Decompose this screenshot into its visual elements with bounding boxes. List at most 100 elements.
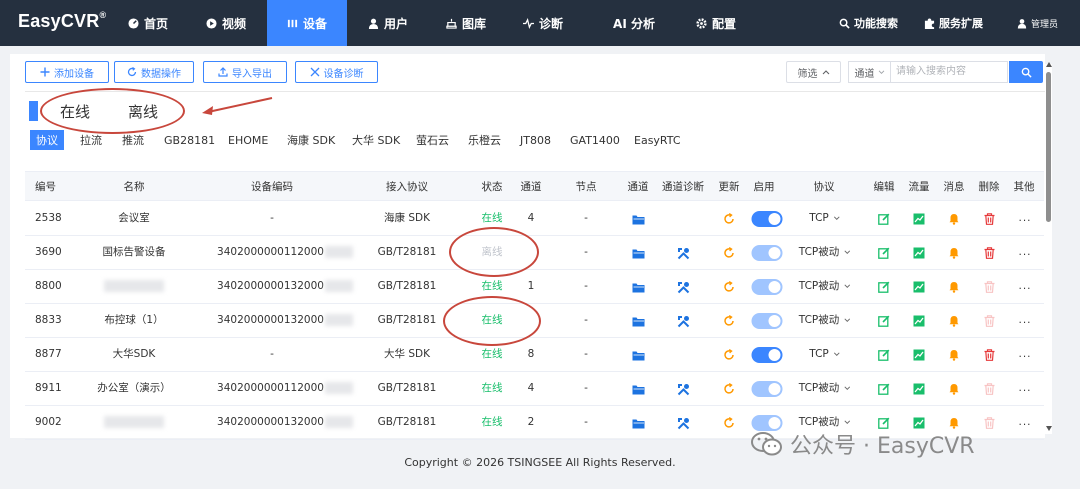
nav-config[interactable]: 配置: [678, 0, 754, 46]
edit-icon[interactable]: [877, 348, 891, 362]
service-extension-button[interactable]: 服务扩展: [924, 0, 983, 46]
scroll-down-icon[interactable]: [1046, 426, 1052, 431]
refresh-icon[interactable]: [722, 416, 736, 430]
device-diagnose-button[interactable]: 设备诊断: [295, 61, 378, 83]
enable-toggle[interactable]: [751, 347, 783, 363]
more-button[interactable]: ...: [1018, 304, 1031, 337]
transport-select[interactable]: TCP: [809, 338, 841, 371]
transport-select[interactable]: TCP被动: [799, 236, 851, 269]
scroll-up-icon[interactable]: [1046, 62, 1052, 67]
folder-icon[interactable]: [631, 246, 645, 260]
add-device-button[interactable]: 添加设备: [25, 61, 109, 83]
device-name: 国标告警设备: [102, 246, 166, 258]
feature-search-button[interactable]: 功能搜索: [839, 0, 898, 46]
edit-icon[interactable]: [877, 314, 891, 328]
nav-gallery[interactable]: 图库: [428, 0, 504, 46]
protocol-tab-pull[interactable]: 拉流: [80, 130, 102, 150]
column-header: 启用: [753, 181, 775, 193]
protocol-tab-all[interactable]: 协议: [30, 130, 64, 150]
search-scope-select[interactable]: 通道: [848, 61, 890, 83]
more-button[interactable]: ...: [1018, 338, 1031, 371]
tools-icon[interactable]: [676, 382, 690, 396]
refresh-icon[interactable]: [722, 314, 736, 328]
bell-icon[interactable]: [947, 246, 961, 260]
folder-icon[interactable]: [631, 314, 645, 328]
trash-icon[interactable]: [982, 212, 996, 226]
enable-toggle[interactable]: [751, 211, 783, 227]
transport-select[interactable]: TCP被动: [799, 372, 851, 405]
edit-icon[interactable]: [877, 212, 891, 226]
search-button[interactable]: [1009, 61, 1043, 83]
nav-diagnose[interactable]: 诊断: [505, 0, 581, 46]
chevron-down-icon: [834, 216, 841, 220]
folder-icon[interactable]: [631, 212, 645, 226]
play-icon: [206, 17, 217, 29]
transport-select[interactable]: TCP被动: [799, 270, 851, 303]
protocol-tab-push[interactable]: 推流: [122, 130, 144, 150]
protocol-tab-easyrtc[interactable]: EasyRTC: [634, 130, 681, 150]
bell-icon[interactable]: [947, 280, 961, 294]
enable-toggle[interactable]: [751, 279, 783, 295]
refresh-icon[interactable]: [722, 246, 736, 260]
traffic-chart-icon[interactable]: [912, 348, 926, 362]
refresh-icon[interactable]: [722, 382, 736, 396]
enable-toggle[interactable]: [751, 245, 783, 261]
device-code: -: [270, 348, 274, 360]
device-name-redacted: [104, 406, 164, 439]
bell-icon[interactable]: [947, 348, 961, 362]
protocol-tab-hikvision[interactable]: 海康 SDK: [287, 130, 335, 150]
trash-icon[interactable]: [982, 246, 996, 260]
edit-icon[interactable]: [877, 382, 891, 396]
folder-icon[interactable]: [631, 280, 645, 294]
filter-dropdown[interactable]: 筛选: [786, 61, 841, 83]
protocol-tab-jt808[interactable]: JT808: [520, 130, 551, 150]
protocol-tab-ezviz[interactable]: 萤石云: [416, 130, 449, 150]
refresh-icon[interactable]: [722, 348, 736, 362]
data-operation-button[interactable]: 数据操作: [114, 61, 194, 83]
traffic-chart-icon[interactable]: [912, 246, 926, 260]
protocol-tab-ehome[interactable]: EHOME: [228, 130, 268, 150]
protocol-tab-dahua[interactable]: 大华 SDK: [352, 130, 400, 150]
nav-video[interactable]: 视频: [188, 0, 264, 46]
traffic-chart-icon[interactable]: [912, 212, 926, 226]
traffic-chart-icon[interactable]: [912, 382, 926, 396]
protocol-tab-gat1400[interactable]: GAT1400: [570, 130, 620, 150]
refresh-icon[interactable]: [722, 280, 736, 294]
tools-icon[interactable]: [676, 416, 690, 430]
more-button[interactable]: ...: [1018, 372, 1031, 405]
scrollbar-thumb[interactable]: [1046, 72, 1051, 222]
transport-select[interactable]: TCP: [809, 202, 841, 235]
folder-icon[interactable]: [631, 416, 645, 430]
search-input[interactable]: 请输入搜索内容: [890, 61, 1008, 83]
bell-icon[interactable]: [947, 212, 961, 226]
traffic-chart-icon[interactable]: [912, 280, 926, 294]
edit-icon[interactable]: [877, 280, 891, 294]
nav-devices[interactable]: 设备: [267, 0, 347, 46]
app-logo[interactable]: EasyCVR®: [18, 10, 106, 32]
protocol-tab-imou[interactable]: 乐橙云: [468, 130, 501, 150]
import-export-button[interactable]: 导入导出: [203, 61, 287, 83]
nav-home[interactable]: 首页: [110, 0, 186, 46]
bell-icon[interactable]: [947, 314, 961, 328]
tools-icon[interactable]: [676, 314, 690, 328]
more-button[interactable]: ...: [1018, 236, 1031, 269]
more-button[interactable]: ...: [1018, 270, 1031, 303]
traffic-chart-icon[interactable]: [912, 314, 926, 328]
nav-users[interactable]: 用户: [350, 0, 426, 46]
folder-icon[interactable]: [631, 348, 645, 362]
more-button[interactable]: ...: [1018, 202, 1031, 235]
more-button[interactable]: ...: [1018, 406, 1031, 439]
transport-select[interactable]: TCP被动: [799, 304, 851, 337]
admin-menu[interactable]: 管理员: [1017, 0, 1058, 46]
nav-ai-analysis[interactable]: AI 分析: [596, 0, 672, 46]
refresh-icon[interactable]: [722, 212, 736, 226]
bell-icon[interactable]: [947, 382, 961, 396]
edit-icon[interactable]: [877, 246, 891, 260]
tools-icon[interactable]: [676, 246, 690, 260]
enable-toggle[interactable]: [751, 313, 783, 329]
trash-icon[interactable]: [982, 348, 996, 362]
folder-icon[interactable]: [631, 382, 645, 396]
tools-icon[interactable]: [676, 280, 690, 294]
protocol-tab-gb28181[interactable]: GB28181: [164, 130, 215, 150]
enable-toggle[interactable]: [751, 381, 783, 397]
